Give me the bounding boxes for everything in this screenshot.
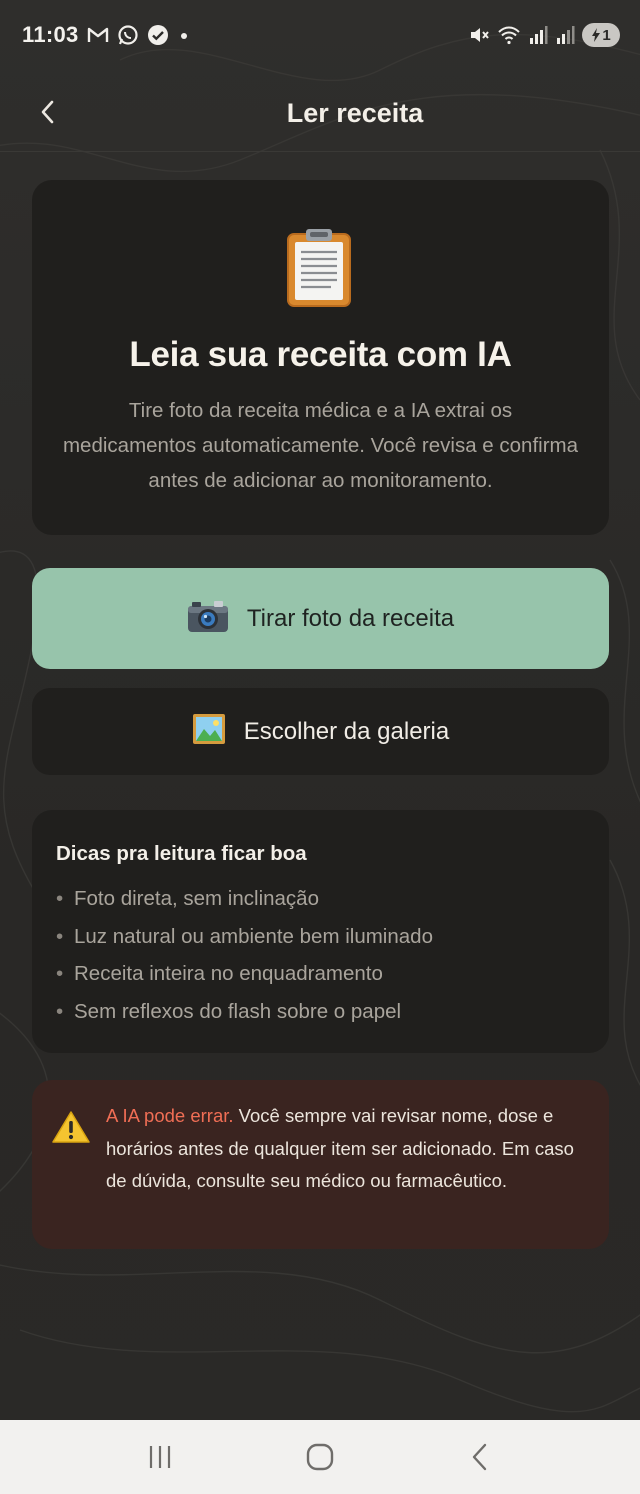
bullet-icon: •	[56, 962, 64, 985]
intro-card: Leia sua receita com IA Tire foto da rec…	[32, 180, 609, 535]
back-icon	[472, 1443, 487, 1471]
status-bar: 11:03 1	[0, 0, 640, 70]
home-button[interactable]	[290, 1432, 350, 1482]
status-right: 1	[468, 23, 620, 47]
battery-level: 1	[602, 26, 611, 44]
tip-item: • Luz natural ou ambiente bem iluminado	[56, 918, 433, 956]
status-left: 11:03	[22, 22, 191, 48]
system-nav-bar	[0, 1420, 640, 1494]
wifi-icon	[497, 24, 521, 46]
app-header: Ler receita	[0, 76, 640, 152]
mute-icon	[468, 24, 490, 46]
warning-icon	[52, 1110, 90, 1149]
tips-title: Dicas pra leitura ficar boa	[56, 842, 307, 865]
take-photo-label: Tirar foto da receita	[246, 604, 455, 632]
warning-text: A IA pode errar. Você sempre vai revisar…	[106, 1100, 586, 1198]
tips-card: Dicas pra leitura ficar boa • Foto direta…	[32, 810, 609, 1053]
check-badge-icon	[147, 24, 169, 46]
tips-list: • Foto direta, sem inclinação • Luz natura…	[56, 880, 433, 1030]
warning-card: A IA pode errar. Você sempre vai revisar…	[32, 1080, 609, 1249]
warning-strong: A IA pode errar.	[106, 1105, 234, 1126]
signal-icon-2	[555, 25, 575, 45]
recent-apps-button[interactable]	[130, 1432, 190, 1482]
battery-icon: 1	[582, 23, 620, 47]
whatsapp-icon	[117, 24, 139, 46]
tip-item: • Receita inteira no enquadramento	[56, 955, 433, 993]
chevron-left-icon	[41, 100, 54, 124]
tip-item: • Foto direta, sem inclinação	[56, 880, 433, 918]
camera-icon	[187, 599, 229, 638]
system-back-button[interactable]	[450, 1432, 510, 1482]
bullet-icon: •	[56, 999, 64, 1023]
status-time: 11:03	[22, 22, 79, 47]
choose-gallery-label: Escolher da galeria	[243, 717, 450, 745]
page-title: Ler receita	[286, 98, 424, 128]
intro-title: Leia sua receita com IA	[129, 335, 512, 374]
recent-apps-icon	[149, 1446, 171, 1468]
screen: 11:03 1 Ler receita Leia sua receita com…	[0, 0, 640, 1494]
dot-icon	[177, 28, 191, 42]
clipboard-icon	[286, 228, 352, 313]
tip-item: • Sem reflexos do flash sobre o papel	[56, 993, 433, 1031]
home-icon	[306, 1443, 334, 1471]
intro-description: Tire foto da receita médica e a IA extra…	[62, 399, 579, 492]
take-photo-button[interactable]: Tirar foto da receita	[32, 568, 609, 669]
gmail-icon	[87, 26, 109, 44]
back-button[interactable]	[30, 94, 66, 130]
choose-gallery-button[interactable]: Escolher da galeria	[32, 688, 609, 775]
picture-icon	[192, 713, 226, 750]
signal-icon	[528, 25, 548, 45]
bullet-icon: •	[56, 887, 64, 910]
bullet-icon: •	[56, 924, 64, 948]
